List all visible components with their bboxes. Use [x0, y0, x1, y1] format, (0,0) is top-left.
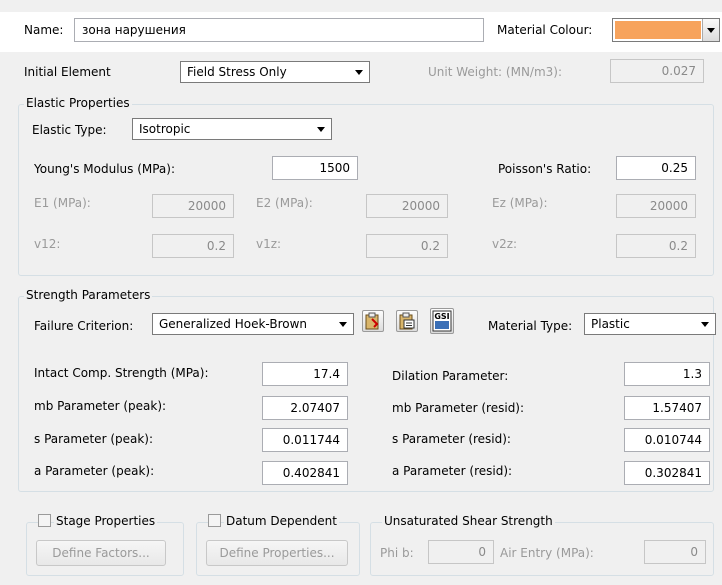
name-label: Name: [24, 23, 64, 37]
e2-field[interactable]: 20000 [366, 194, 448, 218]
phi-b-label: Phi b: [380, 546, 414, 560]
intact-strength-label: Intact Comp. Strength (MPa): [34, 366, 209, 380]
ez-field[interactable]: 20000 [616, 194, 696, 218]
material-type-select[interactable]: Plastic [584, 313, 716, 335]
a-resid-label: a Parameter (resid): [392, 464, 513, 478]
failure-criterion-label: Failure Criterion: [34, 319, 134, 333]
chevron-down-icon [701, 322, 709, 327]
define-properties-button[interactable]: Define Properties... [206, 540, 348, 566]
chevron-down-icon[interactable] [702, 19, 719, 41]
chevron-down-icon [339, 322, 347, 327]
intact-strength-field[interactable]: 17.4 [262, 362, 348, 386]
e1-field[interactable]: 20000 [152, 194, 234, 218]
phi-b-field[interactable]: 0 [428, 540, 494, 564]
clipboard-icon [365, 312, 379, 330]
elastic-type-label: Elastic Type: [32, 123, 107, 137]
dilation-label: Dilation Parameter: [392, 369, 509, 383]
v12-field[interactable]: 0.2 [152, 234, 234, 258]
a-peak-field[interactable]: 0.402841 [262, 461, 348, 485]
v1z-label: v1z: [256, 237, 282, 251]
datum-dependent-checkbox[interactable] [208, 514, 221, 527]
elastic-type-value: Isotropic [139, 122, 191, 136]
s-peak-label: s Parameter (peak): [34, 432, 154, 446]
initial-element-select[interactable]: Field Stress Only [180, 61, 370, 83]
mb-resid-field[interactable]: 1.57407 [624, 396, 710, 420]
v2z-label: v2z: [492, 237, 518, 251]
stage-properties-label[interactable]: Stage Properties [54, 514, 158, 528]
gsi-icon-text: GSI [434, 312, 449, 321]
ez-label: Ez (MPa): [492, 196, 548, 210]
material-type-value: Plastic [591, 317, 630, 331]
youngs-modulus-label: Young's Modulus (MPa): [34, 162, 176, 176]
s-resid-label: s Parameter (resid): [392, 432, 511, 446]
s-peak-field[interactable]: 0.011744 [262, 428, 348, 452]
dilation-field[interactable]: 1.3 [624, 362, 710, 386]
material-type-label: Material Type: [488, 319, 573, 333]
poissons-ratio-label: Poisson's Ratio: [498, 162, 592, 176]
youngs-modulus-field[interactable]: 1500 [272, 156, 358, 180]
v1z-field[interactable]: 0.2 [366, 234, 448, 258]
poissons-ratio-field[interactable]: 0.25 [616, 156, 696, 180]
unit-weight-field[interactable]: 0.027 [610, 59, 704, 83]
v2z-field[interactable]: 0.2 [616, 234, 696, 258]
mb-peak-field[interactable]: 2.07407 [262, 396, 348, 420]
unsaturated-shear-title: Unsaturated Shear Strength [382, 514, 555, 528]
a-resid-field[interactable]: 0.302841 [624, 461, 710, 485]
chevron-down-icon [317, 127, 325, 132]
define-factors-button[interactable]: Define Factors... [36, 540, 166, 566]
hoek-brown-estimate-button[interactable] [362, 310, 384, 332]
elastic-type-select[interactable]: Isotropic [132, 118, 332, 140]
initial-element-value: Field Stress Only [187, 65, 287, 79]
gsi-chart-button[interactable]: GSI [430, 308, 454, 334]
strength-parameters-title: Strength Parameters [24, 288, 153, 302]
elastic-properties-title: Elastic Properties [24, 96, 132, 110]
e1-label: E1 (MPa): [34, 196, 91, 210]
material-colour-swatch [615, 21, 701, 39]
material-colour-picker[interactable] [612, 18, 720, 42]
clipboard-icon [399, 312, 415, 330]
failure-criterion-value: Generalized Hoek-Brown [159, 317, 308, 331]
air-entry-label: Air Entry (MPa): [500, 546, 594, 560]
mb-resid-label: mb Parameter (resid): [392, 401, 525, 415]
parameter-calculator-button[interactable] [396, 310, 418, 332]
e2-label: E2 (MPa): [256, 196, 313, 210]
gsi-chart-icon: GSI [432, 310, 452, 332]
datum-dependent-label[interactable]: Datum Dependent [224, 514, 339, 528]
a-peak-label: a Parameter (peak): [34, 464, 155, 478]
s-resid-field[interactable]: 0.010744 [624, 428, 710, 452]
v12-label: v12: [34, 237, 61, 251]
mb-peak-label: mb Parameter (peak): [34, 399, 167, 413]
initial-element-label: Initial Element [24, 65, 111, 79]
name-field[interactable]: зона нарушения [74, 18, 484, 42]
material-colour-label: Material Colour: [497, 23, 593, 37]
dialog-top-strip [0, 0, 722, 10]
air-entry-field[interactable]: 0 [644, 540, 706, 564]
failure-criterion-select[interactable]: Generalized Hoek-Brown [152, 313, 354, 335]
chevron-down-icon [355, 70, 363, 75]
stage-properties-checkbox[interactable] [38, 514, 51, 527]
unit-weight-label: Unit Weight: (MN/m3): [428, 65, 563, 79]
